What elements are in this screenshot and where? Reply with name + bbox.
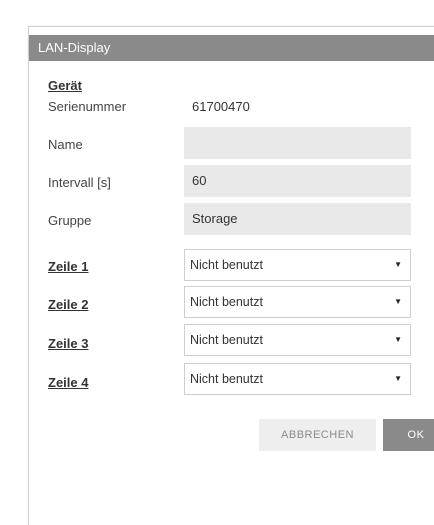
line-1-select-value: Nicht benutzt [190, 258, 263, 272]
serial-number-value: 61700470 [192, 99, 250, 114]
name-label: Name [48, 137, 83, 152]
device-section-heading: Gerät [48, 78, 82, 93]
interval-label: Intervall [s] [48, 175, 111, 190]
caret-down-icon: ▼ [394, 374, 402, 383]
interval-field[interactable]: 60 [184, 165, 411, 197]
caret-down-icon: ▼ [394, 335, 402, 344]
ok-button[interactable]: OK [383, 419, 434, 451]
line-1-select[interactable]: Nicht benutzt ▼ [184, 249, 411, 281]
lan-display-dialog: LAN-Display Gerät Serienummer 61700470 N… [28, 26, 434, 525]
caret-down-icon: ▼ [394, 297, 402, 306]
serial-number-label: Serienummer [48, 99, 127, 114]
line-4-select-value: Nicht benutzt [190, 372, 263, 386]
line-1-label: Zeile 1 [48, 259, 89, 274]
line-3-select-value: Nicht benutzt [190, 333, 263, 347]
line-3-select[interactable]: Nicht benutzt ▼ [184, 324, 411, 356]
group-field[interactable]: Storage [184, 203, 411, 235]
line-3-label: Zeile 3 [48, 336, 89, 351]
dialog-title: LAN-Display [29, 35, 434, 61]
line-2-select[interactable]: Nicht benutzt ▼ [184, 286, 411, 318]
line-4-select[interactable]: Nicht benutzt ▼ [184, 363, 411, 395]
cancel-button[interactable]: ABBRECHEN [259, 419, 376, 451]
line-4-label: Zeile 4 [48, 375, 89, 390]
line-2-label: Zeile 2 [48, 297, 89, 312]
name-field[interactable] [184, 127, 411, 159]
line-2-select-value: Nicht benutzt [190, 295, 263, 309]
group-label: Gruppe [48, 213, 92, 228]
caret-down-icon: ▼ [394, 260, 402, 269]
